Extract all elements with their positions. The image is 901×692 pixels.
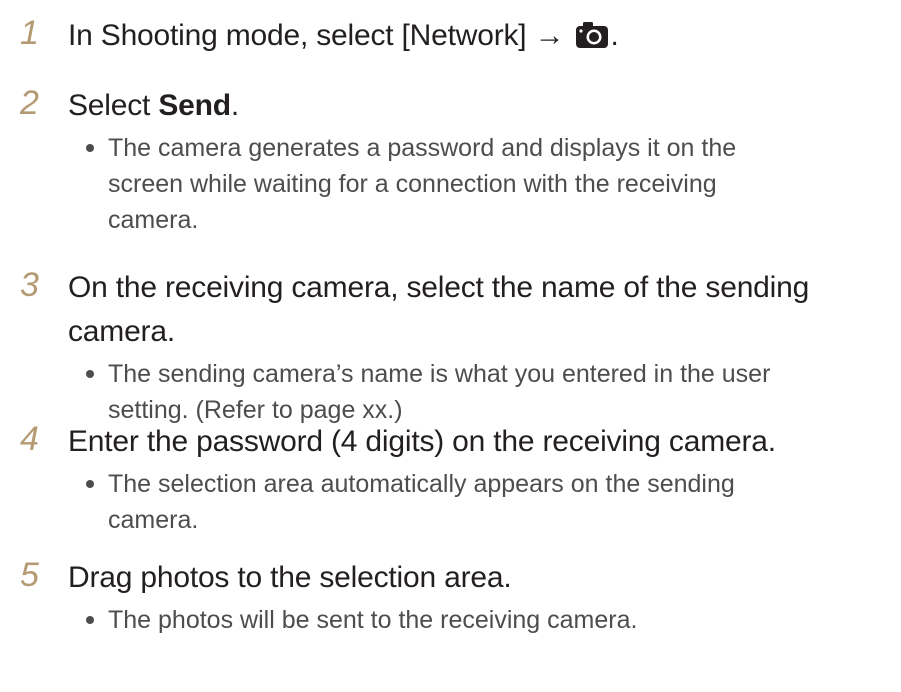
step-instruction: Enter the password (4 digits) on the rec… [68, 425, 776, 458]
bullet-item: The photos will be sent to the receiving… [86, 602, 798, 638]
step-text-before: Select [68, 89, 159, 122]
bullet-text: The sending camera’s name is what you en… [108, 360, 771, 424]
step-3: 3 On the receiving camera, select the na… [20, 266, 890, 428]
step-1: 1 In Shooting mode, select [Network] → . [20, 14, 890, 62]
step-number: 4 [20, 420, 39, 458]
bullet-text: The selection area automatically appears… [108, 470, 735, 534]
step-text-before: In Shooting mode, select [Network] → [68, 19, 573, 52]
menu-option-send: Send [158, 89, 231, 122]
step-number: 5 [20, 556, 39, 594]
step-text-after: . [610, 19, 619, 52]
step-number: 2 [20, 84, 39, 122]
bullet-text: The camera generates a password and disp… [108, 134, 737, 234]
step-instruction: Select Send. [68, 84, 890, 128]
step-instruction: On the receiving camera, select the name… [68, 271, 810, 348]
bullet-dot [86, 370, 94, 378]
step-2: 2 Select Send. The camera generates a pa… [20, 84, 890, 238]
bullet-item: The sending camera’s name is what you en… [86, 356, 798, 428]
bullet-dot [86, 144, 94, 152]
bullet-dot [86, 616, 94, 624]
step-4: 4 Enter the password (4 digits) on the r… [20, 420, 890, 538]
bullet-item: The selection area automatically appears… [86, 466, 798, 538]
bullet-dot [86, 480, 94, 488]
step-text-after: . [230, 89, 240, 122]
step-instruction: Drag photos to the selection area. [68, 561, 512, 594]
camera-icon [575, 18, 609, 62]
bullet-item: The camera generates a password and disp… [86, 130, 798, 238]
step-5: 5 Drag photos to the selection area. The… [20, 556, 890, 638]
step-instruction: In Shooting mode, select [Network] → . [68, 14, 890, 62]
step-number: 3 [20, 266, 39, 304]
bullet-text: The photos will be sent to the receiving… [108, 606, 638, 634]
instruction-page: 1 In Shooting mode, select [Network] → .… [0, 0, 901, 692]
step-number: 1 [20, 14, 39, 52]
